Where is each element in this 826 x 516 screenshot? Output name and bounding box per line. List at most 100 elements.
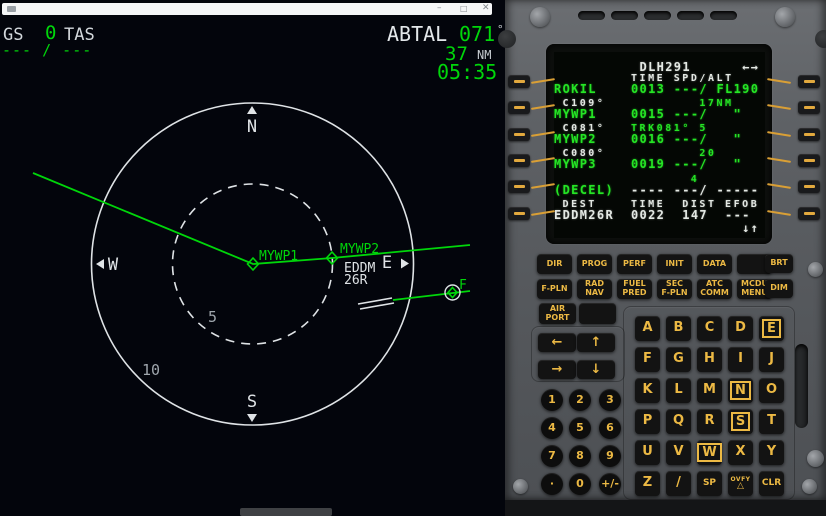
key-s[interactable]: S xyxy=(728,409,753,434)
key-i[interactable]: I xyxy=(728,347,753,372)
key-1[interactable]: 1 xyxy=(541,389,563,411)
waypoint1-label: MYWP1 xyxy=(259,249,298,264)
lsk-right-3[interactable] xyxy=(798,127,820,141)
key-b[interactable]: B xyxy=(666,316,691,341)
waypoint2-label: MYWP2 xyxy=(340,242,379,257)
key-g[interactable]: G xyxy=(666,347,691,372)
key-dir[interactable]: DIR xyxy=(537,254,572,274)
key-sec-f-pln[interactable]: SEC F-PLN xyxy=(657,279,692,299)
key-4[interactable]: 4 xyxy=(541,417,563,439)
key-blank[interactable] xyxy=(579,303,616,324)
key-o[interactable]: O xyxy=(759,378,784,403)
key-w[interactable]: W xyxy=(697,440,722,465)
lsk-left-6[interactable] xyxy=(508,206,530,220)
mcdu-screen-text: ---/ xyxy=(673,132,708,146)
key-5[interactable]: 5 xyxy=(569,417,591,439)
window-maximize-button[interactable]: □ xyxy=(460,3,468,15)
mcdu-screen-text: ---/ xyxy=(673,183,708,197)
key-j[interactable]: J xyxy=(759,347,784,372)
nd-compass-svg: N W S E 5 10 MYWP1 MYWP2 F EDDM 26R xyxy=(32,102,471,426)
vent-slot xyxy=(677,11,704,20)
mcdu-screen-text: ----- xyxy=(716,183,760,197)
key-arrow-down[interactable]: ↓ xyxy=(577,360,615,379)
key-y[interactable]: Y xyxy=(759,440,784,465)
key-7[interactable]: 7 xyxy=(541,445,563,467)
key-plusminus[interactable]: +/- xyxy=(599,473,621,495)
mcdu-screen-text: 0015 xyxy=(630,107,666,121)
mcdu-screen-text: 147 xyxy=(682,208,708,222)
key-perf[interactable]: PERF xyxy=(617,254,652,274)
key-e[interactable]: E xyxy=(759,316,784,341)
fix-label: F xyxy=(459,278,467,293)
key-f-pln[interactable]: F-PLN xyxy=(537,279,572,299)
key-l[interactable]: L xyxy=(666,378,691,403)
key-ovfy[interactable]: OVFY △ xyxy=(728,471,753,496)
lsk-right-4[interactable] xyxy=(798,153,820,167)
runway-symbol xyxy=(359,302,395,310)
lsk-left-2[interactable] xyxy=(508,101,530,115)
key-dot[interactable]: · xyxy=(541,473,563,495)
window-titlebar[interactable]: – □ ✕ xyxy=(2,3,492,15)
key-f[interactable]: F xyxy=(635,347,660,372)
navigation-display: – □ ✕ GS 0 TAS --- / --- ABTAL 071 ° 37 … xyxy=(0,0,505,516)
lsk-left-1[interactable] xyxy=(508,75,530,88)
mcdu-screen-text: ---/ xyxy=(673,107,708,121)
mcdu-screen-text: " xyxy=(733,157,743,171)
key-c[interactable]: C xyxy=(697,316,722,341)
mcdu-screen-text: ---/ xyxy=(673,82,708,96)
key-3[interactable]: 3 xyxy=(599,389,621,411)
key-9[interactable]: 9 xyxy=(599,445,621,467)
key-q[interactable]: Q xyxy=(666,409,691,434)
key-clr[interactable]: CLR xyxy=(759,471,784,496)
mcdu-screen-text: " xyxy=(733,107,743,121)
key-0[interactable]: 0 xyxy=(569,473,591,495)
key-arrow-left[interactable]: ← xyxy=(538,333,576,352)
key-rad-nav[interactable]: RAD NAV xyxy=(577,279,612,299)
key-k[interactable]: K xyxy=(635,378,660,403)
window-close-button[interactable]: ✕ xyxy=(482,3,490,15)
key-2[interactable]: 2 xyxy=(569,389,591,411)
key-t[interactable]: T xyxy=(759,409,784,434)
key-airport[interactable]: AIR PORT xyxy=(539,303,576,324)
mcdu-screen-text: (DECEL) xyxy=(554,183,615,197)
key-brt[interactable]: BRT xyxy=(765,254,793,273)
mcdu-screen-text: 0016 xyxy=(630,132,666,146)
east-pointer-icon xyxy=(401,258,409,269)
key-h[interactable]: H xyxy=(697,347,722,372)
key-a[interactable]: A xyxy=(635,316,660,341)
lsk-right-5[interactable] xyxy=(798,180,820,194)
mcdu-screen-text: " xyxy=(733,132,743,146)
key-p[interactable]: P xyxy=(635,409,660,434)
lsk-left-4[interactable] xyxy=(508,153,530,167)
key-arrow-right[interactable]: → xyxy=(538,360,576,379)
key-slash[interactable]: / xyxy=(666,471,691,496)
key-data[interactable]: DATA xyxy=(697,254,732,274)
bezel-screw xyxy=(802,479,817,494)
key-init[interactable]: INIT xyxy=(657,254,692,274)
lsk-left-3[interactable] xyxy=(508,127,530,141)
lsk-right-6[interactable] xyxy=(798,206,820,220)
key-x[interactable]: X xyxy=(728,440,753,465)
key-sp[interactable]: SP xyxy=(697,471,722,496)
lsk-left-5[interactable] xyxy=(508,180,530,194)
bezel-screw xyxy=(775,7,795,27)
window-minimize-button[interactable]: – xyxy=(437,3,442,15)
lsk-right-2[interactable] xyxy=(798,101,820,115)
key-m[interactable]: M xyxy=(697,378,722,403)
key-atc-comm[interactable]: ATC COMM xyxy=(697,279,732,299)
key-prog[interactable]: PROG xyxy=(577,254,612,274)
key-r[interactable]: R xyxy=(697,409,722,434)
key-6[interactable]: 6 xyxy=(599,417,621,439)
lsk-right-1[interactable] xyxy=(798,75,820,88)
key-fuel-pred[interactable]: FUEL PRED xyxy=(617,279,652,299)
key-arrow-up[interactable]: ↑ xyxy=(577,333,615,352)
key-d[interactable]: D xyxy=(728,316,753,341)
key-dim[interactable]: DIM xyxy=(765,279,793,298)
key-8[interactable]: 8 xyxy=(569,445,591,467)
key-u[interactable]: U xyxy=(635,440,660,465)
key-n[interactable]: N xyxy=(728,378,753,403)
compass-north-label: N xyxy=(247,117,257,137)
key-z[interactable]: Z xyxy=(635,471,660,496)
vent-slot xyxy=(644,11,671,20)
key-v[interactable]: V xyxy=(666,440,691,465)
